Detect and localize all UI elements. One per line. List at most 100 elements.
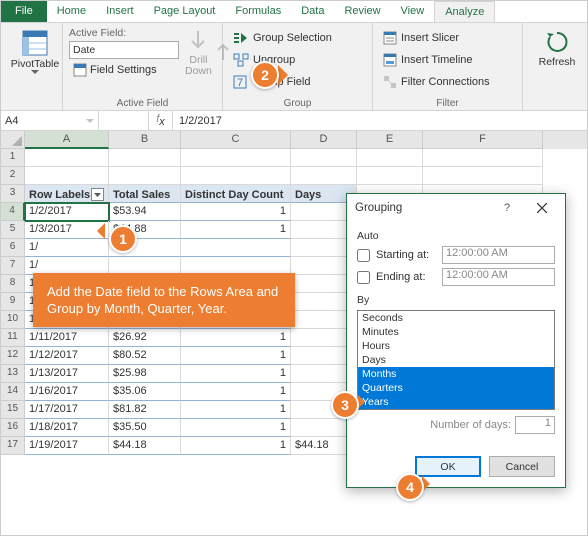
tab-file[interactable]: File xyxy=(1,1,47,22)
col-header-d[interactable]: D xyxy=(291,131,357,149)
cell[interactable]: 1 xyxy=(181,437,291,455)
list-item[interactable]: Seconds xyxy=(358,311,554,325)
select-all-corner[interactable] xyxy=(1,131,25,149)
insert-slicer-button[interactable]: Insert Slicer xyxy=(379,27,516,49)
row-header[interactable]: 9 xyxy=(1,293,25,311)
cell[interactable]: 1/19/2017 xyxy=(25,437,109,455)
cell[interactable]: 1/12/2017 xyxy=(25,347,109,365)
row-header[interactable]: 16 xyxy=(1,419,25,437)
cell[interactable]: 1/13/2017 xyxy=(25,365,109,383)
cell[interactable]: 1 xyxy=(181,203,291,221)
tab-analyze[interactable]: Analyze xyxy=(434,1,495,22)
annotation-callout: Add the Date field to the Rows Area and … xyxy=(33,273,295,327)
list-item[interactable]: Days xyxy=(358,353,554,367)
tab-view[interactable]: View xyxy=(391,1,435,22)
cell[interactable]: 1/16/2017 xyxy=(25,383,109,401)
row-header[interactable]: 14 xyxy=(1,383,25,401)
ending-at-input[interactable]: 12:00:00 AM xyxy=(442,268,555,286)
name-box[interactable]: A4 xyxy=(1,111,99,130)
drill-down-button[interactable]: Drill Down xyxy=(183,27,214,79)
pivottable-button[interactable]: PivotTable xyxy=(7,27,63,78)
ribbon-tabs: File Home Insert Page Layout Formulas Da… xyxy=(1,1,587,23)
row-header[interactable]: 5 xyxy=(1,221,25,239)
ok-button[interactable]: OK xyxy=(415,456,481,477)
cell[interactable]: 1 xyxy=(181,401,291,419)
tab-home[interactable]: Home xyxy=(47,1,96,22)
row-header[interactable]: 4 xyxy=(1,203,25,221)
cell[interactable]: $35.50 xyxy=(109,419,181,437)
cell[interactable]: $44.18 xyxy=(109,437,181,455)
grouping-dialog: Grouping ? Auto Starting at: 12:00:00 AM… xyxy=(346,193,566,488)
row-header[interactable]: 11 xyxy=(1,329,25,347)
cell[interactable]: $26.92 xyxy=(109,329,181,347)
list-item[interactable]: Quarters xyxy=(358,381,554,395)
col-header-f[interactable]: F xyxy=(423,131,543,149)
refresh-button[interactable]: Refresh xyxy=(529,27,585,70)
pivot-row-labels-header[interactable]: Row Labels xyxy=(25,185,109,203)
col-header-e[interactable]: E xyxy=(357,131,423,149)
pivot-distinct-count-header[interactable]: Distinct Day Count xyxy=(181,185,291,203)
col-header-a[interactable]: A xyxy=(25,131,109,149)
cell[interactable]: 1 xyxy=(181,383,291,401)
list-item[interactable]: Months xyxy=(358,367,554,381)
dialog-help-button[interactable]: ? xyxy=(497,202,517,214)
cell[interactable]: $35.06 xyxy=(109,383,181,401)
row-header[interactable]: 3 xyxy=(1,185,25,203)
list-item[interactable]: Minutes xyxy=(358,325,554,339)
ending-at-checkbox[interactable] xyxy=(357,271,370,284)
cell[interactable]: $25.98 xyxy=(109,365,181,383)
field-settings-button[interactable]: Field Settings xyxy=(69,61,179,79)
cell[interactable]: 1 xyxy=(181,329,291,347)
row-header[interactable]: 1 xyxy=(1,149,25,167)
tab-page-layout[interactable]: Page Layout xyxy=(144,1,226,22)
cell[interactable]: $53.94 xyxy=(109,203,181,221)
cell[interactable]: 1 xyxy=(181,221,291,239)
cell[interactable]: 1 xyxy=(181,347,291,365)
ending-at-label: Ending at: xyxy=(376,271,436,283)
cell[interactable]: $80.52 xyxy=(109,347,181,365)
cell[interactable]: 1/ xyxy=(25,239,109,257)
col-header-b[interactable]: B xyxy=(109,131,181,149)
group-selection-button[interactable]: Group Selection xyxy=(229,27,366,49)
cell[interactable]: 1/17/2017 xyxy=(25,401,109,419)
tab-data[interactable]: Data xyxy=(291,1,334,22)
tab-insert[interactable]: Insert xyxy=(96,1,144,22)
cancel-button[interactable]: Cancel xyxy=(489,456,555,477)
cell[interactable]: 1 xyxy=(181,419,291,437)
tab-formulas[interactable]: Formulas xyxy=(225,1,291,22)
list-item[interactable]: Hours xyxy=(358,339,554,353)
row-header[interactable]: 13 xyxy=(1,365,25,383)
close-icon xyxy=(537,203,547,213)
tab-review[interactable]: Review xyxy=(334,1,390,22)
cell[interactable]: 1/2/2017 xyxy=(25,203,109,221)
row-header[interactable]: 12 xyxy=(1,347,25,365)
row-header[interactable]: 2 xyxy=(1,167,25,185)
row-header[interactable]: 10 xyxy=(1,311,25,329)
starting-at-input[interactable]: 12:00:00 AM xyxy=(442,246,555,264)
cell[interactable]: 1/18/2017 xyxy=(25,419,109,437)
row-header[interactable]: 8 xyxy=(1,275,25,293)
row-header[interactable]: 7 xyxy=(1,257,25,275)
cell[interactable]: 1/11/2017 xyxy=(25,329,109,347)
group-label-group: Group xyxy=(223,98,372,109)
annotation-marker-2: 2 xyxy=(251,61,279,89)
row-header[interactable]: 17 xyxy=(1,437,25,455)
active-field-input[interactable] xyxy=(69,41,179,59)
by-listbox[interactable]: Seconds Minutes Hours Days Months Quarte… xyxy=(357,310,555,410)
insert-timeline-button[interactable]: Insert Timeline xyxy=(379,49,516,71)
refresh-icon xyxy=(544,29,570,55)
cell[interactable]: 1 xyxy=(181,365,291,383)
list-item[interactable]: Years xyxy=(358,395,554,409)
pivot-total-sales-header[interactable]: Total Sales xyxy=(109,185,181,203)
filter-connections-icon xyxy=(383,75,397,89)
cell[interactable]: $81.82 xyxy=(109,401,181,419)
cell[interactable] xyxy=(181,239,291,257)
formula-input[interactable]: 1/2/2017 xyxy=(173,115,587,127)
col-header-c[interactable]: C xyxy=(181,131,291,149)
row-header[interactable]: 15 xyxy=(1,401,25,419)
row-header[interactable]: 6 xyxy=(1,239,25,257)
starting-at-checkbox[interactable] xyxy=(357,249,370,262)
filter-dropdown-icon[interactable] xyxy=(91,188,104,201)
cell[interactable] xyxy=(25,149,109,167)
dialog-close-button[interactable] xyxy=(527,197,557,219)
